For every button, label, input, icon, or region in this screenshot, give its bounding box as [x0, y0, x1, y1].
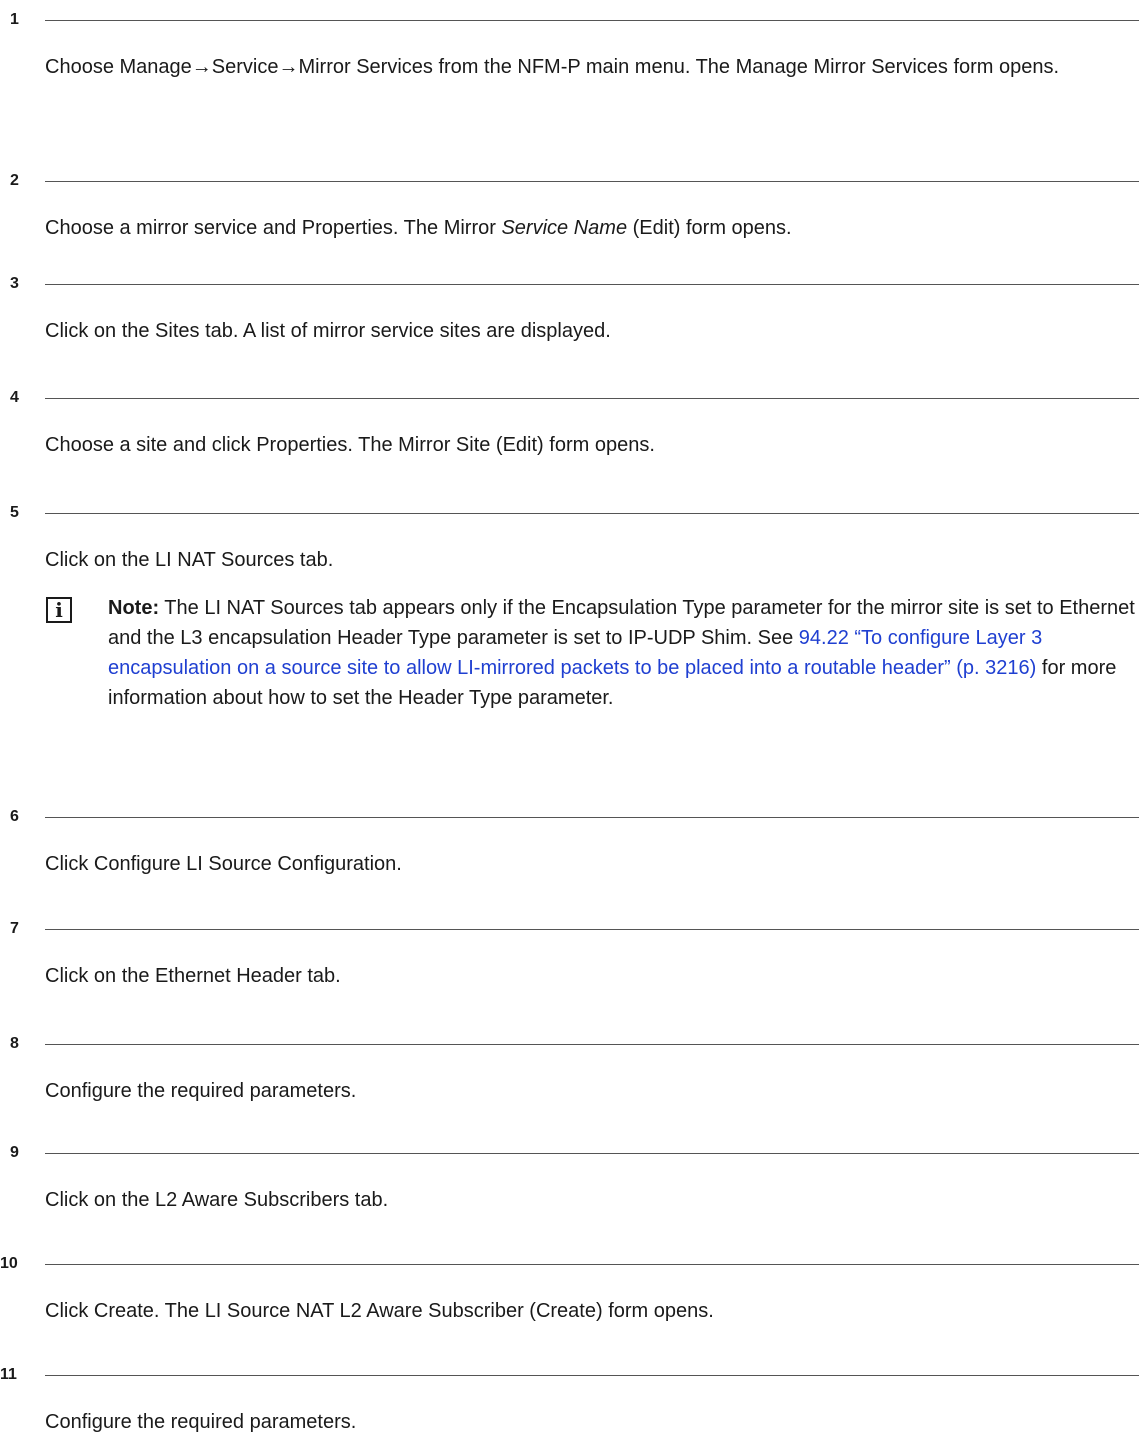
step-text: Click Create. The LI Source NAT L2 Aware… — [45, 1300, 714, 1322]
step-text-italic: Service Name — [501, 217, 628, 239]
note-box: i Note: The LI NAT Sources tab appears o… — [0, 593, 1139, 713]
step-number: 6 — [10, 808, 19, 825]
step-text-part: (Edit) form opens. — [627, 217, 792, 239]
step-divider — [45, 1044, 1139, 1045]
step-divider — [45, 398, 1139, 399]
step-header: 7 — [0, 909, 1139, 949]
step-divider — [45, 817, 1139, 818]
step-text: Configure the required parameters. — [45, 1411, 357, 1433]
step-text: Click Configure LI Source Configuration. — [45, 853, 402, 875]
step-text: Click on the Sites tab. A list of mirror… — [45, 320, 611, 342]
step-header: 9 — [0, 1133, 1139, 1173]
step-1: 1 Choose Manage→Service→Mirror Services … — [0, 0, 1139, 82]
info-icon: i — [46, 597, 72, 623]
step-divider — [45, 929, 1139, 930]
step-header: 5 — [0, 493, 1139, 533]
step-6: 6 Click Configure LI Source Configuratio… — [0, 797, 1139, 879]
step-number: 9 — [10, 1144, 19, 1161]
step-header: 4 — [0, 378, 1139, 418]
step-number: 4 — [10, 389, 19, 406]
step-7: 7 Click on the Ethernet Header tab. — [0, 909, 1139, 991]
step-4: 4 Choose a site and click Properties. Th… — [0, 378, 1139, 460]
step-text: Configure the required parameters. — [45, 1080, 357, 1102]
step-divider — [45, 1375, 1139, 1376]
step-header: 10 — [0, 1244, 1139, 1284]
step-divider — [45, 1264, 1139, 1265]
step-10: 10 Click Create. The LI Source NAT L2 Aw… — [0, 1244, 1139, 1326]
step-9: 9 Click on the L2 Aware Subscribers tab. — [0, 1133, 1139, 1215]
step-divider — [45, 1153, 1139, 1154]
step-2: 2 Choose a mirror service and Properties… — [0, 161, 1139, 243]
step-header: 3 — [0, 264, 1139, 304]
step-divider — [45, 20, 1139, 21]
step-text: Click on the L2 Aware Subscribers tab. — [45, 1189, 389, 1211]
step-divider — [45, 181, 1139, 182]
step-text: Choose a site and click Properties. The … — [45, 434, 655, 456]
step-3: 3 Click on the Sites tab. A list of mirr… — [0, 264, 1139, 346]
step-text: Choose Manage→Service→Mirror Services fr… — [45, 56, 1060, 78]
step-text: Click on the Ethernet Header tab. — [45, 965, 341, 987]
step-number: 7 — [10, 920, 19, 937]
step-text: Click on the LI NAT Sources tab. — [45, 549, 334, 571]
step-number: 8 — [10, 1035, 19, 1052]
step-11: 11 Configure the required parameters. — [0, 1355, 1139, 1437]
step-header: 6 — [0, 797, 1139, 837]
step-text-part: Choose a mirror service and Properties. … — [45, 217, 502, 239]
step-divider — [45, 513, 1139, 514]
step-header: 1 — [0, 0, 1139, 40]
step-8: 8 Configure the required parameters. — [0, 1024, 1139, 1106]
step-number: 3 — [10, 275, 19, 292]
step-text: Choose a mirror service and Properties. … — [0, 213, 1139, 243]
step-header: 8 — [0, 1024, 1139, 1064]
step-number: 5 — [10, 504, 19, 521]
step-5: 5 Click on the LI NAT Sources tab. i Not… — [0, 493, 1139, 713]
step-number: 2 — [10, 172, 19, 189]
note-label: Note: — [108, 597, 160, 619]
step-divider — [45, 284, 1139, 285]
step-number: 10 — [0, 1255, 18, 1272]
step-number: 11 — [0, 1366, 17, 1383]
step-header: 11 — [0, 1355, 1139, 1395]
step-header: 2 — [0, 161, 1139, 201]
step-number: 1 — [10, 11, 19, 28]
